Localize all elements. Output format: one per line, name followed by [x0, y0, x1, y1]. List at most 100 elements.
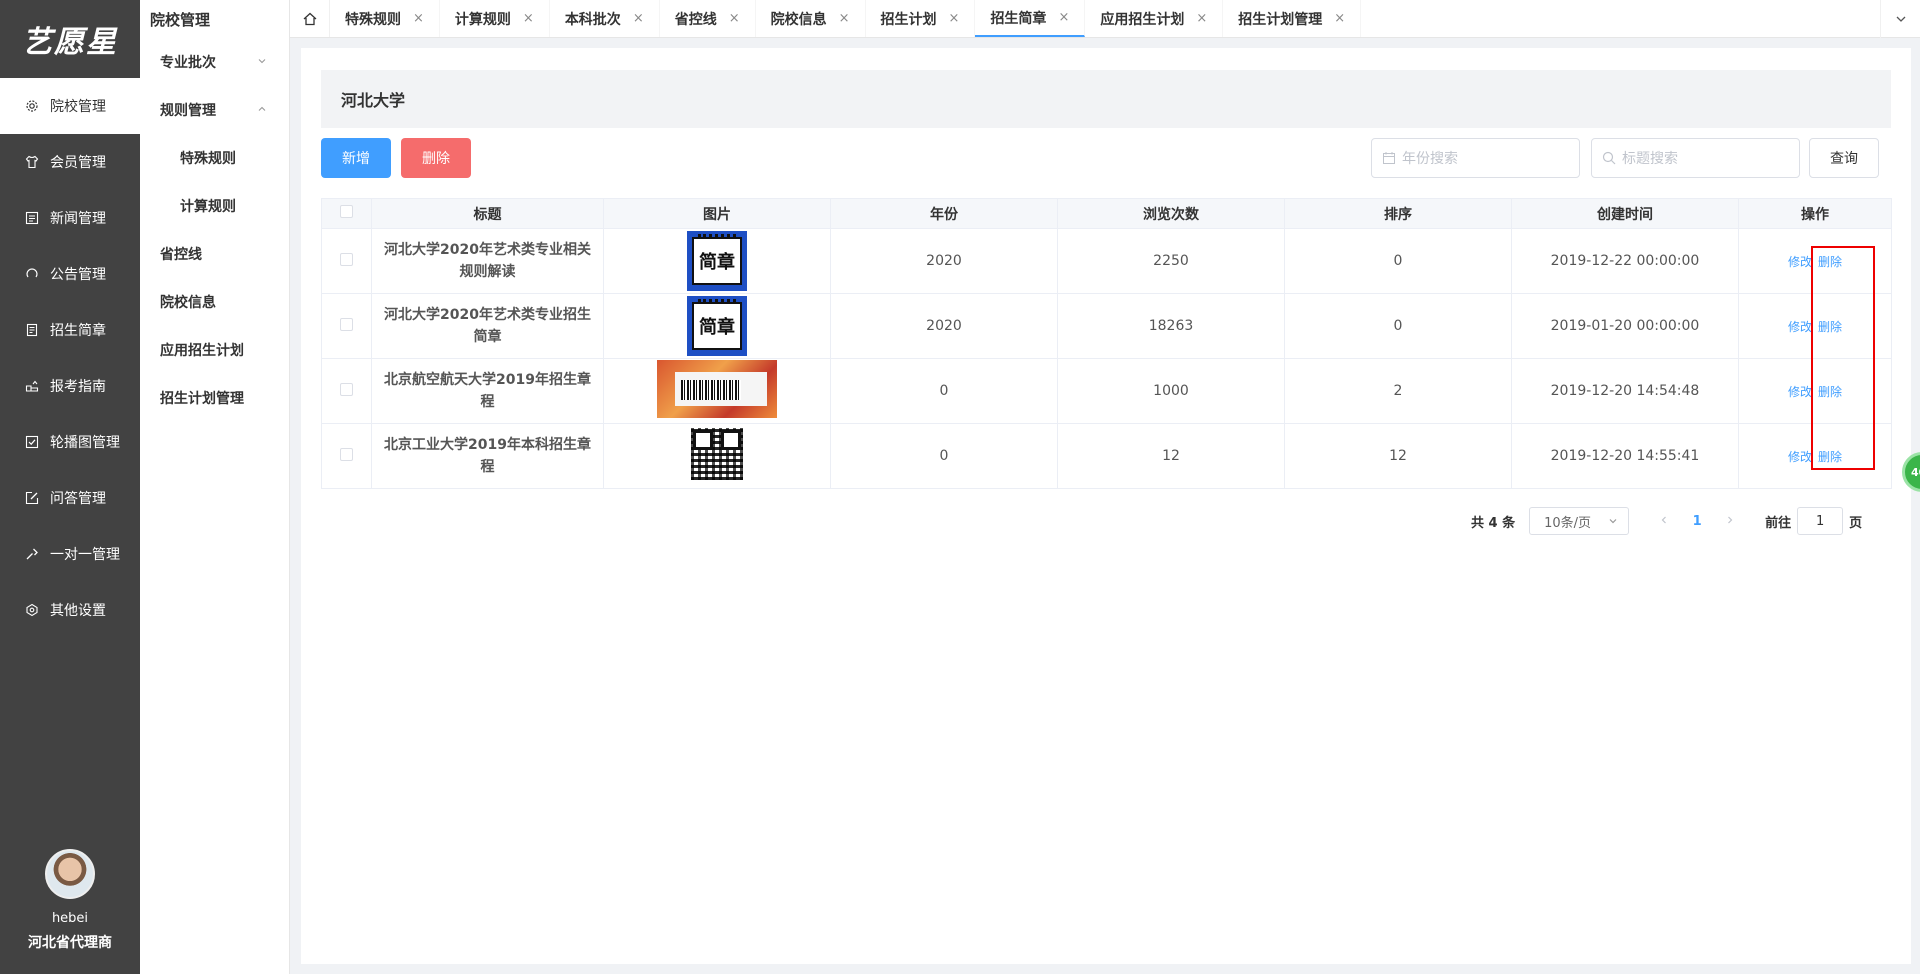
cell-year: 0 — [830, 423, 1058, 489]
cell-operations: 修改 删除 — [1738, 358, 1892, 424]
delete-link[interactable]: 删除 — [1818, 385, 1842, 399]
tool-icon — [24, 546, 40, 562]
close-icon[interactable]: × — [523, 11, 534, 26]
doc-icon — [24, 322, 40, 338]
close-icon[interactable]: × — [1334, 11, 1345, 26]
row-select-cell[interactable] — [321, 293, 372, 359]
close-icon[interactable]: × — [1196, 11, 1207, 26]
tabs-more-button[interactable] — [1880, 0, 1920, 38]
prev-page-button[interactable] — [1649, 514, 1679, 529]
cell-image — [603, 423, 831, 489]
cell-operations: 修改 删除 — [1738, 228, 1892, 294]
tab-2[interactable]: 本科批次 × — [550, 0, 660, 37]
column-header: 标题 — [371, 198, 604, 229]
tab-home[interactable] — [290, 0, 330, 37]
user-panel: hebei 河北省代理商 — [0, 849, 140, 974]
next-page-button[interactable] — [1715, 514, 1745, 529]
sidebar-item-2[interactable]: 新闻管理 — [0, 190, 140, 246]
close-icon[interactable]: × — [413, 11, 424, 26]
delete-button[interactable]: 删除 — [401, 138, 471, 178]
main-nav: 院校管理 会员管理新闻管理公告管理招生简章报考指南轮播图管理问答管理一对一管理 其他… — [0, 78, 140, 638]
edit-link[interactable]: 修改 — [1788, 320, 1812, 334]
row-select-cell[interactable] — [321, 358, 372, 424]
row-checkbox[interactable] — [340, 382, 353, 396]
sub-sidebar-item-6[interactable]: 应用招生计划 — [140, 326, 289, 374]
tab-6[interactable]: 招生简章 × — [975, 0, 1086, 37]
sidebar-item-label: 新闻管理 — [50, 211, 106, 227]
row-checkbox[interactable] — [340, 317, 353, 331]
select-all-checkbox[interactable] — [340, 205, 353, 218]
year-search-input[interactable]: 年份搜索 — [1371, 138, 1580, 178]
row-select-cell[interactable] — [321, 228, 372, 294]
cell-order: 12 — [1284, 423, 1512, 489]
pagination: 共 4 条 10条/页 1 前往 1 页 — [1471, 506, 1862, 536]
delete-link[interactable]: 删除 — [1818, 255, 1842, 269]
sidebar-item-3[interactable]: 公告管理 — [0, 246, 140, 302]
add-button[interactable]: 新增 — [321, 138, 391, 178]
title-search-input[interactable]: 标题搜索 — [1591, 138, 1800, 178]
close-icon[interactable]: × — [949, 11, 960, 26]
sub-sidebar-item-label: 省控线 — [160, 247, 202, 263]
title-search-placeholder: 标题搜索 — [1622, 151, 1678, 167]
sidebar-item-label: 问答管理 — [50, 491, 106, 507]
edit-link[interactable]: 修改 — [1788, 385, 1812, 399]
close-icon[interactable]: × — [633, 11, 644, 26]
page-number-current[interactable]: 1 — [1679, 514, 1715, 529]
page-size-select[interactable]: 10条/页 — [1529, 507, 1630, 535]
delete-link[interactable]: 删除 — [1818, 450, 1842, 464]
sub-sidebar-item-7[interactable]: 招生计划管理 — [140, 374, 289, 422]
close-icon[interactable]: × — [839, 11, 850, 26]
sidebar-item-9[interactable]: 其他设置 — [0, 582, 140, 638]
row-checkbox[interactable] — [340, 447, 353, 461]
sidebar-item-0[interactable]: 院校管理 — [0, 78, 140, 134]
cell-views: 12 — [1057, 423, 1285, 489]
sidebar-item-4[interactable]: 招生简章 — [0, 302, 140, 358]
close-icon[interactable]: × — [1058, 10, 1069, 25]
tab-3[interactable]: 省控线 × — [660, 0, 756, 37]
cell-operations: 修改 删除 — [1738, 293, 1892, 359]
barcode-thumbnail — [657, 360, 777, 418]
sub-sidebar-item-5[interactable]: 院校信息 — [140, 278, 289, 326]
sidebar-item-5[interactable]: 报考指南 — [0, 358, 140, 414]
tab-7[interactable]: 应用招生计划 × — [1085, 0, 1224, 37]
sidebar-item-label: 招生简章 — [50, 323, 106, 339]
brochure-thumbnail: 简章 — [687, 296, 747, 356]
row-select-cell[interactable] — [321, 423, 372, 489]
tab-label: 招生简章 — [990, 10, 1047, 27]
tab-4[interactable]: 院校信息 × — [756, 0, 866, 37]
cell-views: 1000 — [1057, 358, 1285, 424]
sidebar-item-label: 轮播图管理 — [50, 435, 120, 451]
select-all-cell[interactable] — [321, 198, 372, 229]
sub-sidebar-item-0[interactable]: 专业批次 — [140, 38, 289, 86]
edit-link[interactable]: 修改 — [1788, 255, 1812, 269]
sidebar-item-1[interactable]: 会员管理 — [0, 134, 140, 190]
cell-image: 简章 — [603, 228, 831, 294]
sidebar-item-7[interactable]: 问答管理 — [0, 470, 140, 526]
sub-sidebar-item-2[interactable]: 特殊规则 — [140, 134, 289, 182]
sidebar-item-8[interactable]: 一对一管理 — [0, 526, 140, 582]
tab-8[interactable]: 招生计划管理 × — [1223, 0, 1362, 37]
avatar[interactable] — [45, 849, 95, 899]
sub-sidebar-title: 院校管理 — [150, 10, 211, 29]
close-icon[interactable]: × — [729, 11, 740, 26]
sidebar-item-6[interactable]: 轮播图管理 — [0, 414, 140, 470]
tab-label: 本科批次 — [564, 11, 621, 28]
delete-link[interactable]: 删除 — [1818, 320, 1842, 334]
sidebar-item-label: 报考指南 — [50, 379, 106, 395]
page-size-value: 10条/页 — [1544, 515, 1592, 531]
query-button[interactable]: 查询 — [1809, 138, 1879, 178]
cell-year: 2020 — [830, 228, 1058, 294]
tab-5[interactable]: 招生计划 × — [866, 0, 976, 37]
tab-1[interactable]: 计算规则 × — [440, 0, 550, 37]
sub-sidebar-item-4[interactable]: 省控线 — [140, 230, 289, 278]
sub-sidebar-item-3[interactable]: 计算规则 — [140, 182, 289, 230]
user-name: hebei — [51, 911, 89, 926]
goto-page-input[interactable]: 1 — [1797, 507, 1844, 535]
tab-bar: 特殊规则 × 计算规则 × 本科批次 × 省控线 × 院校信息 × 招生计划 × 招生简章 × 应用招生计划… — [290, 0, 1920, 38]
edit-link[interactable]: 修改 — [1788, 450, 1812, 464]
tab-0[interactable]: 特殊规则 × — [330, 0, 440, 37]
sub-sidebar-item-1[interactable]: 规则管理 — [140, 86, 289, 134]
sub-sidebar-item-label: 招生计划管理 — [160, 391, 244, 407]
tab-label: 特殊规则 — [345, 11, 401, 28]
row-checkbox[interactable] — [340, 252, 353, 266]
